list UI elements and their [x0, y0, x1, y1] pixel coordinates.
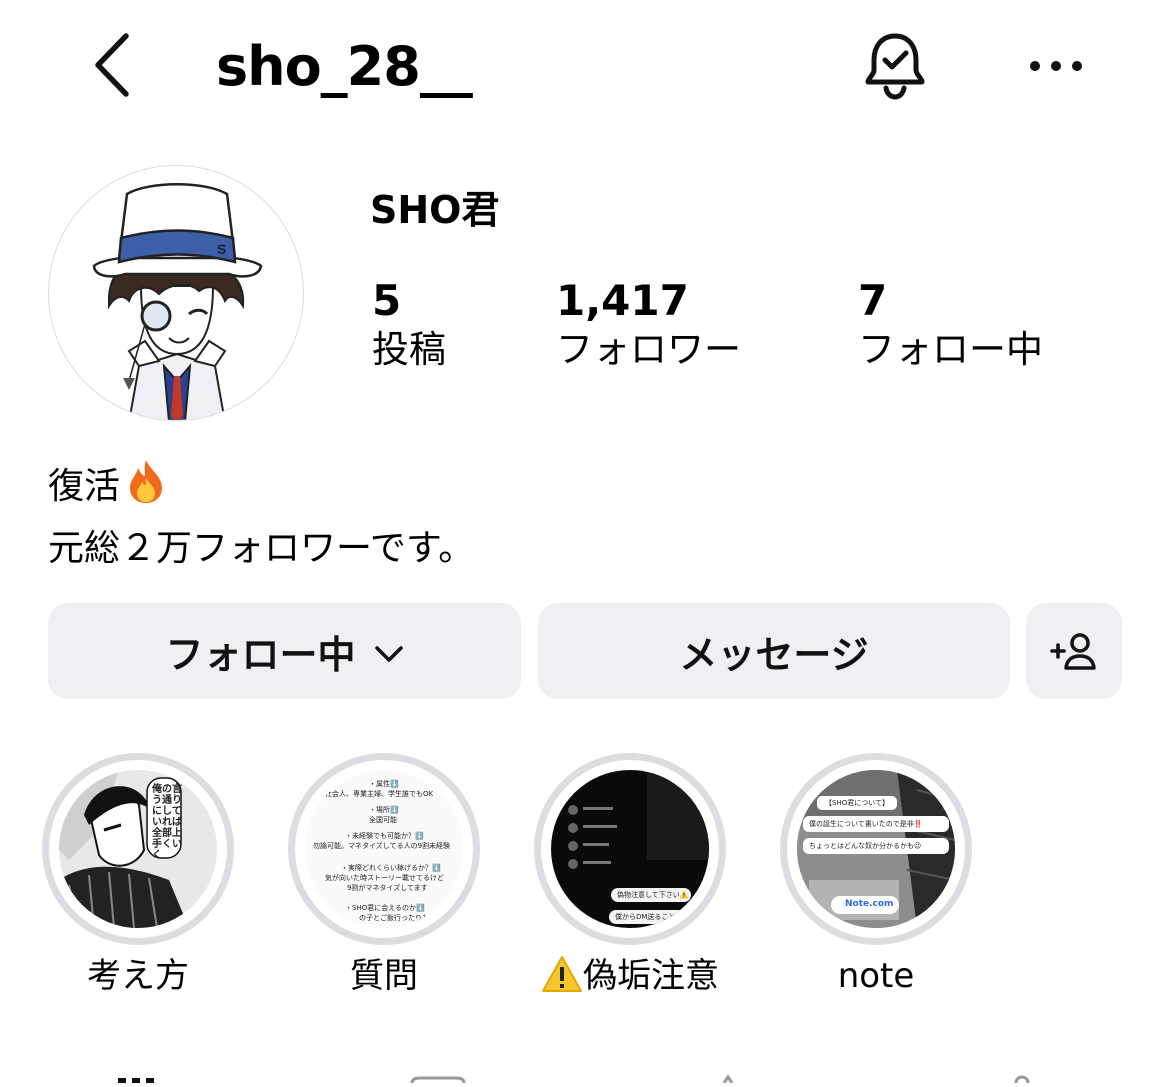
- followers-count: 1,417: [556, 276, 689, 325]
- following-label: フォロー中: [858, 328, 1043, 371]
- cover-line: 【SHO君について】: [825, 799, 890, 807]
- posts-count: 5: [372, 276, 402, 325]
- highlight-item[interactable]: ・属性⬇️ 社会人、専業主婦、学生誰でもOK ・場所⬇️ 全国可能 ・未経験でも…: [288, 753, 480, 996]
- message-button[interactable]: メッセージ: [538, 603, 1010, 699]
- highlight-item[interactable]: 俺の言う通りにしていれば全部上手くいく 考え方: [42, 753, 234, 996]
- tagged-tab-icon: [1014, 1075, 1030, 1084]
- bio-line-1: 復活: [48, 458, 474, 521]
- chevron-left-icon: [95, 33, 129, 97]
- chevron-down-icon: [374, 629, 404, 673]
- manga-character-image: [59, 770, 217, 928]
- profile-bio: 復活 元総２万フォロワーです。: [48, 458, 474, 577]
- highlight-label: 質問: [350, 956, 418, 996]
- highlight-item[interactable]: 【SHO君について】 僕の誕生について書いたので是非‼️ ちょっとはどんな奴か分…: [780, 753, 972, 996]
- cover-line: 僕の誕生について書いたので是非‼️: [809, 820, 923, 828]
- cover-line: 僕からDM送ることありませ: [615, 913, 704, 921]
- add-user-button[interactable]: [1026, 603, 1122, 699]
- notification-bell-button[interactable]: [860, 30, 930, 102]
- cover-line: Note.com: [845, 899, 894, 909]
- profile-avatar[interactable]: S: [48, 165, 304, 421]
- highlight-cover: ・属性⬇️ 社会人、専業主婦、学生誰でもOK ・場所⬇️ 全国可能 ・未経験でも…: [305, 770, 463, 928]
- avatar-illustration: S: [92, 183, 263, 420]
- cover-line: 社会人、専業主婦、学生誰でもOK: [325, 790, 434, 798]
- posts-label: 投稿: [372, 328, 446, 371]
- cover-line: ・実際どれくらい稼げるか？⬇️: [341, 864, 441, 872]
- profile-username: sho_28__: [216, 35, 473, 98]
- highlight-label: 偽垢注意: [494, 953, 766, 999]
- cover-line: 気が向いた時ストーリー載せてるけど: [325, 874, 444, 882]
- profile-tab-bar: [0, 1068, 1170, 1084]
- highlight-cover: 俺の言う通りにしていれば全部上手くいく: [59, 770, 217, 928]
- cover-line: 全国可能: [369, 816, 397, 824]
- highlight-label: 考え方: [87, 956, 189, 996]
- fire-icon: [126, 458, 166, 521]
- cover-line: ・属性⬇️: [369, 780, 399, 788]
- cover-line: ・場所⬇️: [369, 806, 399, 814]
- following-button-label: フォロー中: [165, 632, 356, 677]
- video-tab-icon: [722, 1074, 734, 1084]
- message-button-label: メッセージ: [679, 632, 869, 677]
- warning-icon: [542, 956, 582, 992]
- cover-line: の子とご飯行ったりもし: [359, 914, 436, 922]
- highlight-cover: 【SHO君について】 僕の誕生について書いたので是非‼️ ちょっとはどんな奴か分…: [797, 770, 955, 928]
- svg-text:S: S: [217, 241, 226, 257]
- followers-label: フォロワー: [556, 328, 741, 371]
- more-options-button[interactable]: [1024, 46, 1088, 86]
- following-stat[interactable]: 7 フォロー中: [858, 276, 1043, 374]
- bell-check-icon: [865, 33, 925, 100]
- bio-line-2: 元総２万フォロワーです。: [48, 528, 475, 569]
- highlight-label: note: [837, 956, 915, 996]
- cover-line: 勿論可能。マネタイズしてる人の9割未経験: [313, 842, 451, 850]
- bio-text-1: 復活: [48, 466, 121, 507]
- followers-stat[interactable]: 1,417 フォロワー: [556, 276, 741, 374]
- highlight-label-text: 偽垢注意: [583, 956, 719, 996]
- grid-tab-icon: [118, 1078, 154, 1083]
- highlight-item[interactable]: 偽物注意して下さい⚠️ 僕からDM送ることありませ 偽垢注意: [534, 753, 726, 996]
- profile-display-name: SHO君: [370, 188, 500, 232]
- cover-line: ちょっとはどんな奴か分かるかも😉: [809, 842, 922, 850]
- reels-tab-icon: [410, 1076, 466, 1084]
- highlight-cover-text: 俺の言う通りにしていれば全部上手くいく: [152, 784, 182, 861]
- ellipsis-icon: [1030, 61, 1082, 71]
- following-count: 7: [858, 276, 888, 325]
- dm-list-screenshot: [568, 770, 709, 924]
- cover-line: ・未経験でも可能か？⬇️: [345, 832, 424, 840]
- following-dropdown-button[interactable]: フォロー中: [48, 603, 521, 699]
- add-user-icon: [1050, 633, 1096, 670]
- back-button[interactable]: [88, 30, 138, 100]
- cover-line: ・SHO君に会えるのか⬇️: [345, 904, 425, 912]
- cover-line: 偽物注意して下さい⚠️: [617, 891, 689, 899]
- posts-stat[interactable]: 5 投稿: [372, 276, 446, 374]
- cover-line: 9割がマネタイズしてます: [347, 884, 428, 892]
- highlight-cover: 偽物注意して下さい⚠️ 僕からDM送ることありませ: [551, 770, 709, 928]
